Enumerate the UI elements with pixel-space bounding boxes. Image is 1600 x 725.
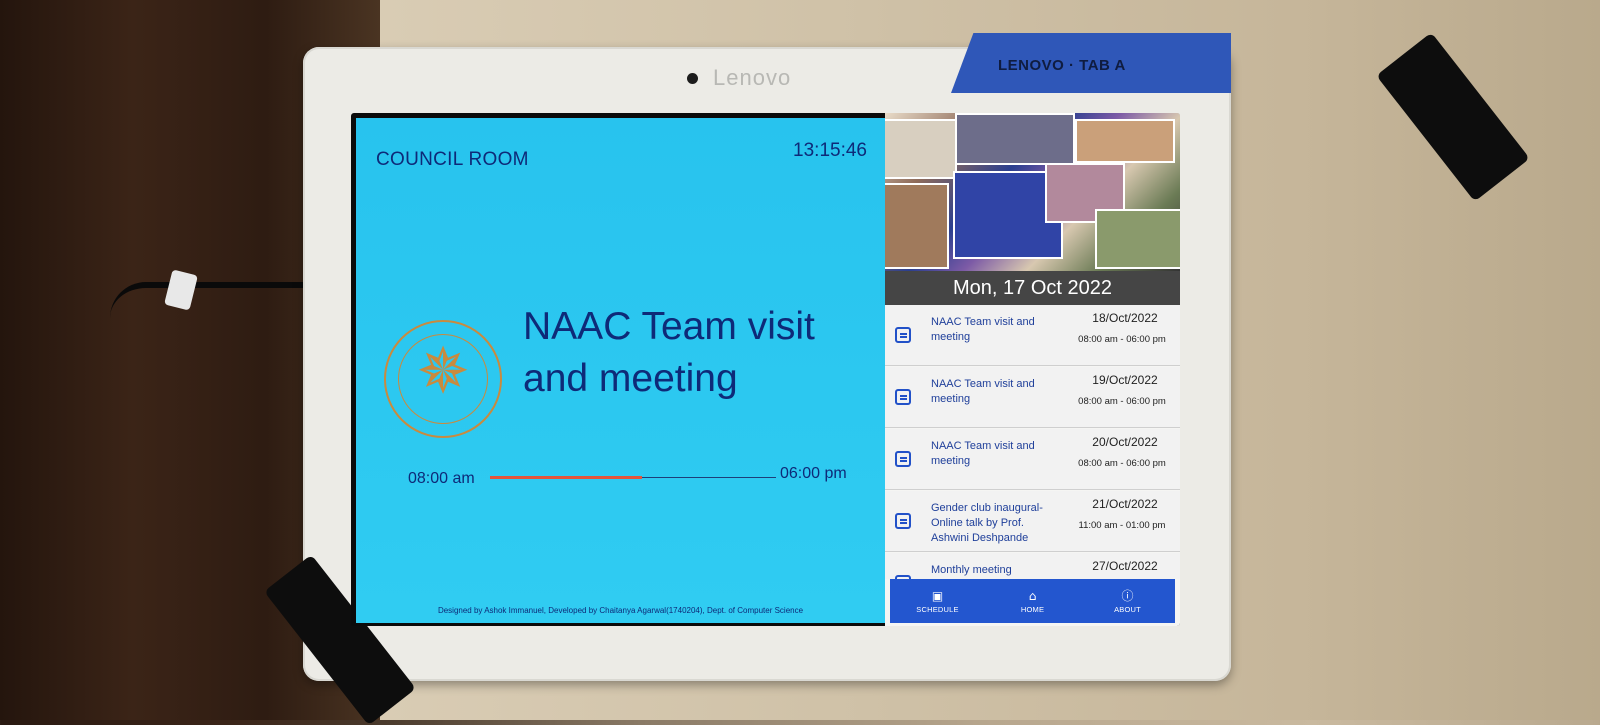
schedule-item-title: NAAC Team visit and meeting [931,440,1035,467]
photo-tile [885,183,949,269]
campus-photo-collage [885,113,1180,271]
schedule-item-time: 08:00 am - 06:00 pm [1078,396,1166,407]
nav-home-button[interactable]: ⌂ HOME [993,589,1073,614]
info-icon: ⓘ [1121,588,1134,603]
photo-tile [1075,119,1175,163]
power-cable [110,282,310,318]
seal-star-glyph: ✵ [416,335,470,409]
schedule-item[interactable]: Monthly meeting (SANGAMA), 27/Oct/2022 [885,553,1180,579]
nav-about-label: ABOUT [1114,604,1141,614]
event-list-icon [895,389,911,405]
schedule-item-time: 08:00 am - 06:00 pm [1078,458,1166,469]
photo-tile [885,119,957,179]
nav-schedule-button[interactable]: ▣ SCHEDULE [898,589,978,614]
current-event-title: NAAC Team visit and meeting [523,305,815,400]
schedule-item-date: 19/Oct/2022 [1092,373,1158,387]
home-icon: ⌂ [1028,588,1037,603]
schedule-item-date: 20/Oct/2022 [1092,435,1158,449]
schedule-item-time: 08:00 am - 06:00 pm [1078,334,1166,345]
brand-logo: Lenovo [713,65,792,90]
bottom-navigation: ▣ SCHEDULE ⌂ HOME ⓘ ABOUT [890,579,1175,623]
event-progress-fill [490,476,642,479]
credit-line: Designed by Ashok Immanuel, Developed by… [437,606,804,615]
clock: 13:15:46 [793,140,867,161]
room-title: COUNCIL ROOM [376,149,529,170]
college-seal-icon: ✵ [384,320,502,438]
schedule-item-date: 18/Oct/2022 [1092,311,1158,325]
photo-tile [1095,209,1180,269]
event-list-icon [895,451,911,467]
camera-icon [687,73,698,84]
tablet-screen: COUNCIL ROOM 13:15:46 ✵ NAAC Team visit … [351,113,1180,626]
schedule-item[interactable]: NAAC Team visit and meeting 18/Oct/2022 08… [885,305,1180,366]
schedule-item-title: NAAC Team visit and meeting [931,316,1035,343]
schedule-item[interactable]: NAAC Team visit and meeting 19/Oct/2022 08… [885,367,1180,428]
current-date: Mon, 17 Oct 2022 [885,271,1180,305]
nav-schedule-label: SCHEDULE [916,604,959,614]
current-event-panel: COUNCIL ROOM 13:15:46 ✵ NAAC Team visit … [356,118,885,623]
event-start-time: 08:00 am [408,470,475,487]
schedule-item-title: NAAC Team visit and meeting [931,378,1035,405]
schedule-item-time: 11:00 am - 01:00 pm [1078,520,1166,531]
event-end-time: 06:00 pm [780,465,847,482]
schedule-item-title: Gender club inaugural-Online talk by Pro… [931,502,1043,544]
schedule-item-date: 21/Oct/2022 [1092,497,1158,511]
nav-home-label: HOME [1020,604,1045,614]
schedule-list[interactable]: NAAC Team visit and meeting 18/Oct/2022 08… [885,305,1180,579]
schedule-item[interactable]: Gender club inaugural-Online talk by Pro… [885,491,1180,552]
event-list-icon [895,327,911,343]
event-progress-track [490,476,776,479]
event-list-icon [895,513,911,529]
schedule-item-date: 27/Oct/2022 [1092,559,1158,573]
nav-about-button[interactable]: ⓘ ABOUT [1088,589,1168,614]
schedule-item-title: Monthly meeting (SANGAMA), [931,564,1012,576]
schedule-item[interactable]: NAAC Team visit and meeting 20/Oct/2022 08… [885,429,1180,490]
device-sticker-text: LENOVO · TAB A [998,57,1126,74]
photo-tile [955,113,1075,165]
sidebar-panel: Mon, 17 Oct 2022 NAAC Team visit and mee… [885,113,1180,626]
calendar-icon: ▣ [931,588,944,603]
